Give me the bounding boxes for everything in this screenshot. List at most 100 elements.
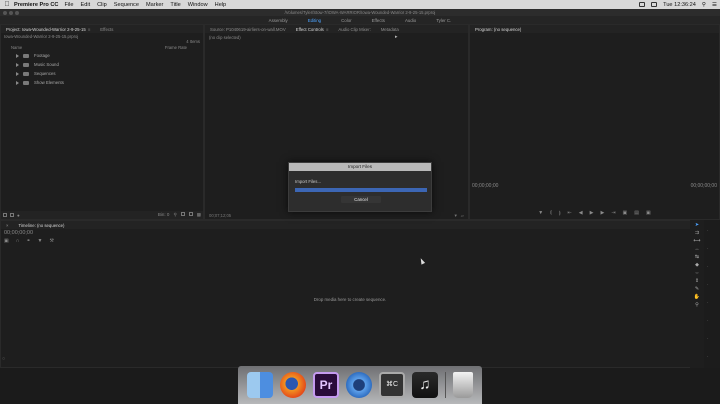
zoom-tool-icon[interactable]: ⚲ (693, 302, 701, 308)
apple-menu-icon[interactable]:  (0, 1, 14, 8)
disclosure-triangle-icon[interactable] (16, 80, 19, 85)
slide-tool-icon[interactable]: ⇕ (693, 278, 701, 284)
go-to-out-icon[interactable]: ⇥ (611, 210, 615, 216)
timeline-timecode[interactable]: 00;00;00;00 (1, 229, 699, 238)
search-icon[interactable]: ⚲ (173, 212, 176, 218)
list-view-icon[interactable] (3, 213, 7, 217)
workspace-editing[interactable]: Editing (298, 18, 331, 23)
linked-selection-icon[interactable]: ⚭ (26, 238, 30, 244)
go-to-in-icon[interactable]: ⇤ (568, 210, 572, 216)
menu-sequence[interactable]: Sequence (114, 2, 139, 8)
rolling-edit-tool-icon[interactable]: ↔ (693, 246, 701, 252)
column-frame-rate[interactable]: Frame Rate (165, 45, 187, 50)
workspace-tyler[interactable]: Tyler C. (426, 18, 461, 23)
quicktime-icon[interactable] (346, 372, 372, 398)
source-timecode[interactable]: 00;07;12;05 (209, 213, 231, 218)
pen-tool-icon[interactable]: ✎ (693, 286, 701, 292)
step-back-icon[interactable]: ◀ (579, 210, 583, 216)
wifi-icon[interactable] (651, 2, 658, 7)
menu-title[interactable]: Title (170, 2, 180, 8)
menu-edit[interactable]: Edit (80, 2, 90, 8)
razor-tool-icon[interactable]: ◆ (693, 262, 701, 268)
search-icon[interactable]: ⚲ (702, 2, 706, 8)
battery-icon[interactable] (639, 2, 646, 7)
minimize-icon[interactable] (9, 10, 13, 15)
marker-icon[interactable]: ▼ (538, 210, 543, 216)
folder-icon (23, 62, 29, 67)
track-select-tool-icon[interactable]: ⇉ (693, 230, 701, 236)
ripple-edit-tool-icon[interactable]: ⟷ (693, 238, 701, 244)
program-monitor: Program: (no sequence) 00;00;00;00 00;00… (469, 24, 720, 220)
bin-sequences[interactable]: Sequences (1, 69, 203, 78)
icon-view-icon[interactable] (10, 213, 14, 217)
selection-tool-icon[interactable]: ➤ (693, 222, 701, 228)
firefox-icon[interactable] (280, 372, 306, 398)
keyboard-icon[interactable]: ⌘C (379, 372, 405, 398)
nest-icon[interactable]: ▣ (4, 238, 9, 244)
menu-window[interactable]: Window (188, 2, 208, 8)
menu-file[interactable]: File (64, 2, 73, 8)
premiere-icon[interactable]: Pr (313, 372, 339, 398)
panel-menu-icon[interactable]: ≡ (88, 27, 91, 32)
menu-help[interactable]: Help (215, 2, 227, 8)
folder-icon (23, 71, 29, 76)
extract-icon[interactable]: ▤ (634, 210, 639, 216)
tab-program[interactable]: Program: (no sequence) (470, 27, 526, 32)
list-icon[interactable]: ☰ (712, 2, 717, 8)
disclosure-triangle-icon[interactable] (16, 53, 19, 58)
menu-clip[interactable]: Clip (97, 2, 107, 8)
app-name-menu[interactable]: Premiere Pro CC (14, 2, 58, 8)
meter-tick: - (707, 246, 709, 250)
wrench-icon[interactable]: ⚒ (49, 238, 53, 244)
tab-timeline[interactable]: Timeline: (no sequence) (14, 223, 70, 228)
column-headers: Name Frame Rate (1, 45, 203, 51)
bin-show-elements[interactable]: Show Elements (1, 78, 203, 87)
rate-stretch-tool-icon[interactable]: ↹ (693, 254, 701, 260)
collapse-arrow-icon[interactable]: ▸ (395, 34, 398, 40)
tab-effect-controls[interactable]: Effect Controls ≡ (291, 27, 334, 32)
menu-marker[interactable]: Marker (146, 2, 163, 8)
close-icon[interactable] (3, 10, 7, 15)
meter-tick: - (707, 336, 709, 340)
trash-icon[interactable] (453, 372, 473, 398)
finder-icon[interactable] (247, 372, 273, 398)
workspace-assembly[interactable]: Assembly (259, 18, 298, 23)
new-bin-icon[interactable] (180, 212, 185, 216)
zoom-slider[interactable]: ● (17, 213, 20, 218)
cancel-button[interactable]: Cancel (341, 196, 381, 203)
bin-music-sound[interactable]: Music Sound (1, 60, 203, 69)
in-point-icon[interactable]: ⦗ (550, 210, 552, 216)
disclosure-triangle-icon[interactable] (16, 71, 19, 76)
export-frame-icon[interactable]: ▣ (646, 210, 651, 216)
tab-source[interactable]: Source: P1040619-airliers-on-wall.MOV (205, 27, 291, 32)
program-timecode-current[interactable]: 00;00;00;00 (472, 183, 498, 189)
column-name[interactable]: Name (11, 45, 22, 50)
export-icon[interactable]: ▱ (461, 213, 464, 218)
tab-project[interactable]: Project: Iowa-Wounded-Warrior 2-9-25-15 ≡ (1, 27, 95, 32)
itunes-icon[interactable]: ♫ (412, 372, 438, 398)
tab-metadata[interactable]: Metadata (376, 27, 404, 32)
zoom-icon[interactable] (15, 10, 19, 15)
hand-tool-icon[interactable]: ✋ (693, 294, 701, 300)
add-marker-icon[interactable]: ▼ (38, 238, 43, 244)
panel-menu-icon[interactable]: ≡ (326, 27, 329, 32)
disclosure-triangle-icon[interactable] (16, 62, 19, 67)
slip-tool-icon[interactable]: ⇔ (693, 270, 701, 276)
workspace-effects[interactable]: Effects (362, 18, 395, 23)
play-icon[interactable]: ▶ (590, 210, 594, 216)
timeline-zoom-scrollbar[interactable]: ○ (0, 356, 720, 364)
filter-icon[interactable]: ▼ (454, 213, 458, 218)
tab-effects[interactable]: Effects (95, 27, 118, 32)
new-item-icon[interactable] (188, 212, 193, 216)
workspace-audio[interactable]: Audio (395, 18, 426, 23)
clock[interactable]: Tue 12:36:24 (663, 2, 696, 8)
close-tab-icon[interactable]: × (1, 223, 14, 228)
step-forward-icon[interactable]: ▶ (600, 210, 604, 216)
snap-icon[interactable]: ∩ (16, 238, 20, 244)
bin-footage[interactable]: Footage (1, 51, 203, 60)
trash-icon[interactable]: ▩ (197, 212, 201, 218)
tab-audio-clip-mixer[interactable]: Audio Clip Mixer: (333, 27, 375, 32)
out-point-icon[interactable]: ⦘ (559, 210, 561, 216)
lift-icon[interactable]: ▣ (623, 210, 628, 216)
workspace-color[interactable]: Color (331, 18, 362, 23)
